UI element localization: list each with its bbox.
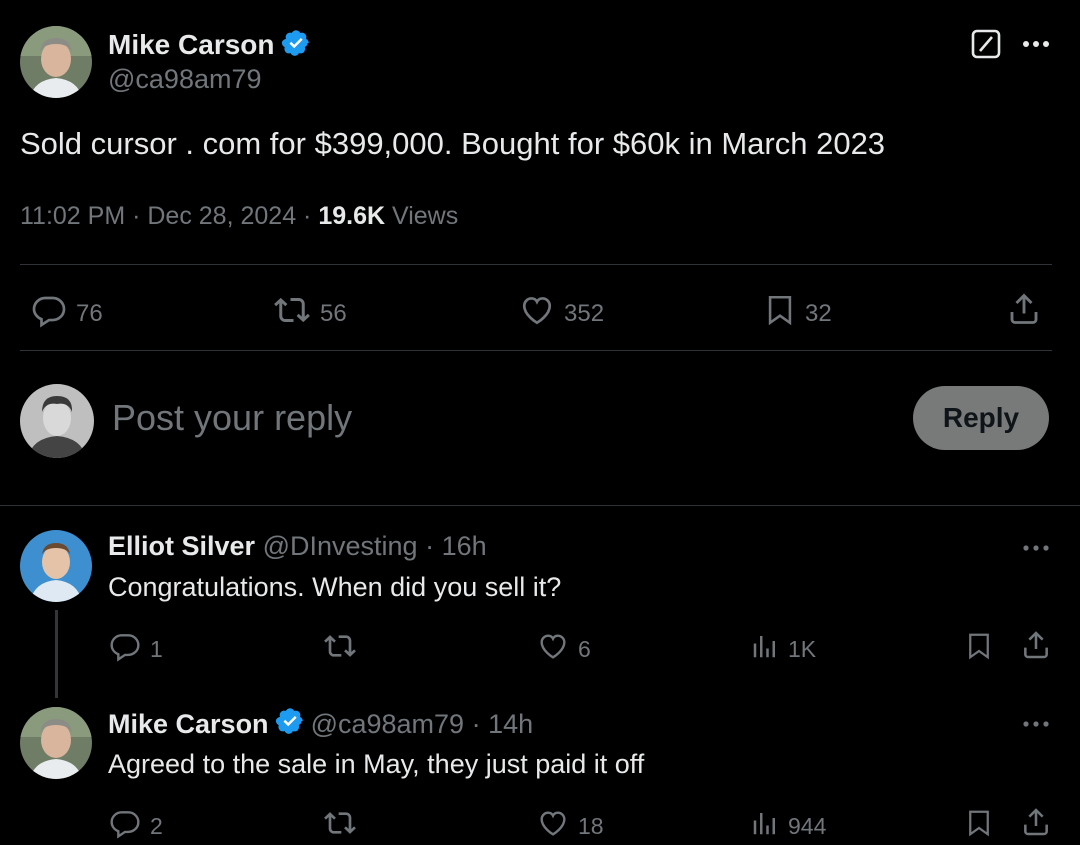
repost-count: 56 [320, 299, 347, 327]
meta-separator: · [464, 708, 489, 739]
tweet-text: Sold cursor . com for $399,000. Bought f… [20, 126, 886, 161]
reply-header: Elliot Silver @DInvesting · 16h [108, 531, 487, 562]
reply-action[interactable]: 76 [30, 292, 103, 335]
reply-author-name[interactable]: Mike Carson [108, 709, 269, 740]
verified-badge-icon [281, 28, 311, 63]
more-options-icon[interactable] [1022, 720, 1050, 728]
analytics-icon [750, 630, 780, 668]
like-action[interactable]: 352 [518, 292, 604, 335]
divider [20, 350, 1052, 351]
author-handle[interactable]: @ca98am79 [108, 64, 262, 95]
reply-header: Mike Carson @ca98am79 · 14h [108, 706, 533, 742]
bookmark-action[interactable]: 32 [763, 290, 832, 337]
repost-action[interactable] [322, 630, 366, 668]
reply-input[interactable] [112, 394, 872, 442]
share-icon[interactable] [1006, 290, 1042, 328]
bookmark-icon[interactable] [964, 805, 994, 841]
more-options-icon[interactable] [1022, 40, 1050, 48]
grok-explain-icon[interactable] [971, 29, 1001, 59]
views-count: 1K [788, 635, 817, 662]
reply-count: 2 [150, 812, 163, 839]
meta-separator: · [296, 202, 319, 230]
tweet-meta: 11:02 PM · Dec 28, 2024 · 19.6K Views [20, 202, 458, 231]
user-avatar[interactable] [20, 384, 94, 458]
views-action[interactable]: 944 [750, 807, 826, 845]
meta-separator: · [417, 531, 442, 561]
tweet-date[interactable]: Dec 28, 2024 [147, 202, 296, 230]
views-label: Views [391, 202, 459, 230]
reply-button[interactable]: Reply [913, 386, 1049, 450]
reply-author-name[interactable]: Elliot Silver [108, 531, 255, 561]
repost-action[interactable] [322, 807, 366, 845]
heart-icon [518, 292, 556, 335]
views-action[interactable]: 1K [750, 630, 816, 668]
reply-count: 76 [76, 299, 103, 327]
repost-icon [272, 292, 312, 335]
verified-badge-icon [275, 706, 305, 743]
tweet-time[interactable]: 11:02 PM [20, 202, 125, 230]
reply-count: 1 [150, 635, 163, 662]
like-action[interactable]: 6 [536, 630, 591, 668]
reply-author-handle[interactable]: @DInvesting [263, 531, 418, 561]
like-count: 352 [564, 299, 605, 327]
reply-author-avatar[interactable] [20, 707, 92, 779]
reply-action[interactable]: 1 [108, 630, 163, 668]
like-count: 6 [578, 635, 591, 662]
thread-line [55, 610, 58, 698]
reply-time[interactable]: 16h [442, 531, 487, 561]
heart-icon [536, 630, 570, 668]
reply-action[interactable]: 2 [108, 807, 163, 845]
repost-action[interactable]: 56 [272, 292, 347, 335]
views-count[interactable]: 19.6K [318, 202, 385, 230]
like-action[interactable]: 18 [536, 807, 604, 845]
heart-icon [536, 807, 570, 845]
share-icon[interactable] [1020, 628, 1052, 662]
author-avatar[interactable] [20, 26, 92, 98]
repost-icon [322, 807, 358, 845]
repost-icon [322, 630, 358, 668]
reply-text: Agreed to the sale in May, they just pai… [108, 749, 645, 779]
bookmark-icon[interactable] [964, 628, 994, 664]
bookmark-count: 32 [805, 299, 832, 327]
more-options-icon[interactable] [1022, 544, 1050, 552]
reply-icon [108, 807, 142, 845]
views-count: 944 [788, 812, 827, 839]
reply-time[interactable]: 14h [488, 709, 533, 739]
reply-author-handle[interactable]: @ca98am79 [311, 709, 465, 739]
author-name[interactable]: Mike Carson [108, 29, 275, 61]
author-name-row: Mike Carson [108, 28, 311, 62]
share-icon[interactable] [1020, 805, 1052, 839]
section-divider [0, 505, 1080, 506]
meta-separator: · [125, 202, 148, 230]
bookmark-icon [763, 290, 797, 337]
reply-icon [30, 292, 68, 335]
analytics-icon [750, 807, 780, 845]
like-count: 18 [578, 812, 604, 839]
reply-icon [108, 630, 142, 668]
reply-text: Congratulations. When did you sell it? [108, 572, 562, 602]
reply-author-avatar[interactable] [20, 530, 92, 602]
divider [20, 264, 1052, 265]
